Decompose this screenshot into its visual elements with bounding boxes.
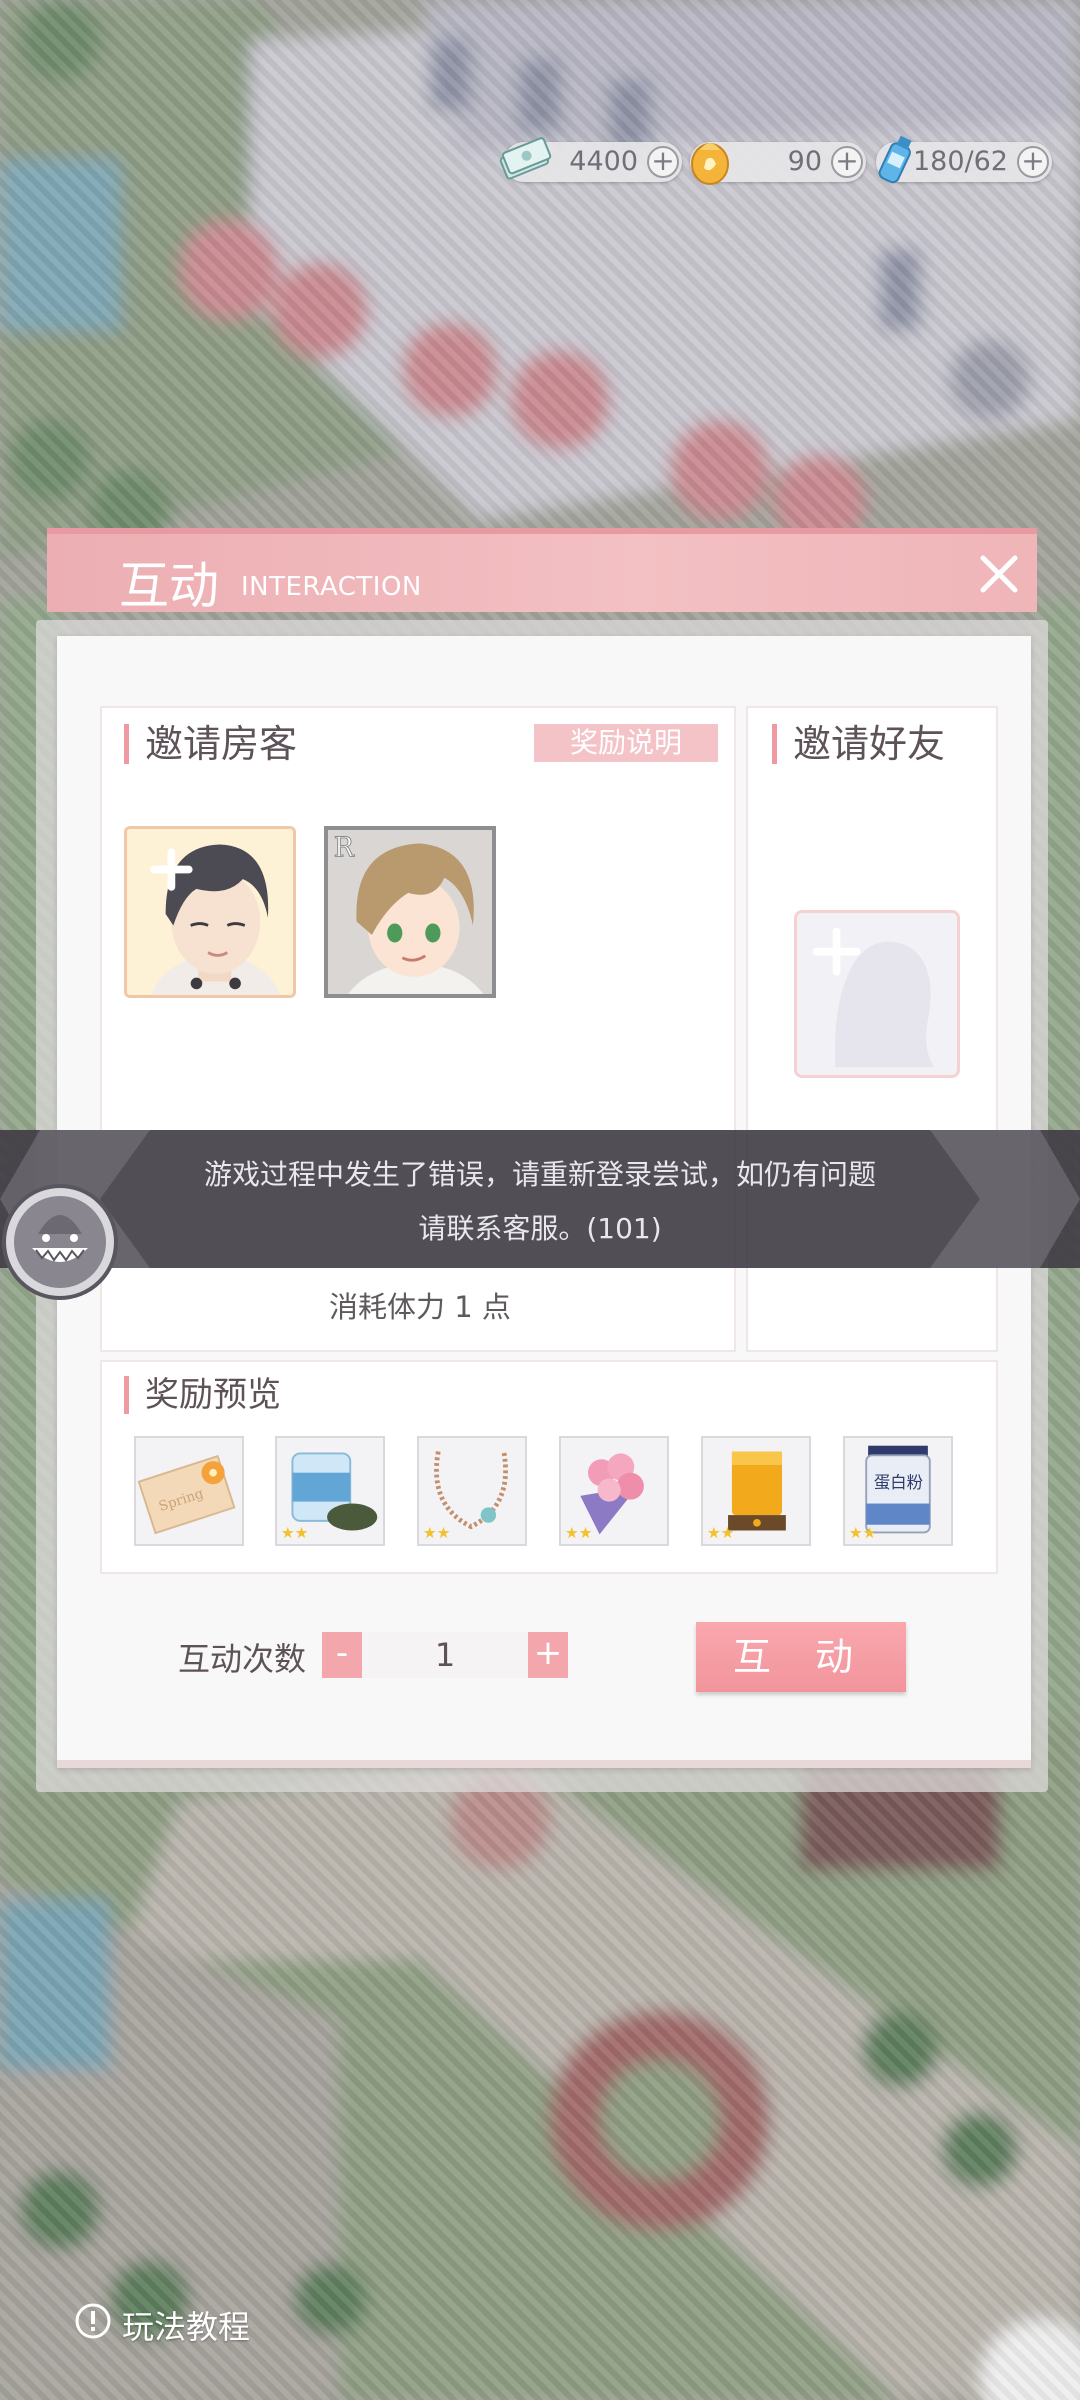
interaction-count-stepper: - + xyxy=(322,1632,568,1678)
error-toast: 游戏过程中发生了错误，请重新登录尝试，如仍有问题 请联系客服。(101) xyxy=(0,1130,1080,1268)
reward-item[interactable]: ★★ xyxy=(701,1436,811,1546)
dark-haired-man-portrait xyxy=(127,829,293,995)
stamina-amount: 90 xyxy=(787,146,822,177)
panel-subtitle: INTERACTION xyxy=(241,572,422,602)
error-message: 游戏过程中发生了错误，请重新登录尝试，如仍有问题 请联系客服。(101) xyxy=(170,1148,910,1256)
interaction-count-input[interactable] xyxy=(362,1632,528,1678)
protein-powder-icon: 蛋白粉 ★★ xyxy=(845,1438,951,1544)
bills-amount: 4400 xyxy=(569,146,638,177)
svg-text:★★: ★★ xyxy=(423,1524,451,1542)
reward-info-button[interactable]: 奖励说明 xyxy=(534,724,718,762)
currency-bills: 4400 + xyxy=(499,137,682,182)
decrease-count-button[interactable]: - xyxy=(322,1632,362,1678)
silhouette-icon xyxy=(812,927,934,1068)
reward-item[interactable]: ★★ xyxy=(417,1436,527,1546)
error-message-line-2: 请联系客服。(101) xyxy=(418,1212,662,1245)
reward-item[interactable]: ★★ xyxy=(275,1436,385,1546)
add-bills-button[interactable]: + xyxy=(647,146,679,178)
svg-text:★★: ★★ xyxy=(849,1524,877,1542)
shark-mascot-icon xyxy=(2,1184,118,1300)
close-icon[interactable] xyxy=(973,548,1025,600)
seaweed-jar-icon: ★★ xyxy=(277,1438,383,1544)
tutorial-label: 玩法教程 xyxy=(122,2308,251,2346)
reward-item[interactable]: 蛋白粉 ★★ xyxy=(843,1436,953,1546)
interact-button[interactable]: 互 动 xyxy=(696,1622,906,1692)
add-stamina-button[interactable]: + xyxy=(831,146,863,178)
blond-young-man-portrait: R xyxy=(328,830,492,994)
reward-preview-title: 奖励预览 xyxy=(124,1376,281,1414)
honey-candle-icon: ★★ xyxy=(703,1438,809,1544)
invite-guests-title: 邀请房客 xyxy=(124,724,297,764)
svg-text:★★: ★★ xyxy=(707,1524,735,1542)
necklace-icon: ★★ xyxy=(419,1438,525,1544)
error-message-line-1: 游戏过程中发生了错误，请重新登录尝试，如仍有问题 xyxy=(203,1158,876,1191)
stamina-potion-icon xyxy=(691,143,729,185)
add-water-button[interactable]: + xyxy=(1017,146,1049,178)
svg-text:★★: ★★ xyxy=(565,1524,593,1542)
flower-bouquet-icon: ★★ xyxy=(561,1438,667,1544)
currency-stamina: 90 + xyxy=(690,142,866,185)
reward-item[interactable]: ★★ xyxy=(559,1436,669,1546)
interaction-panel-header: 互动 INTERACTION xyxy=(47,528,1037,615)
interaction-count-label: 互动次数 xyxy=(178,1640,307,1678)
increase-count-button[interactable]: + xyxy=(528,1632,568,1678)
guest-slot-rare[interactable]: R xyxy=(324,826,496,998)
friend-slot-add[interactable] xyxy=(794,910,960,1078)
info-exclamation-icon xyxy=(75,2303,111,2339)
cash-stack-icon xyxy=(499,137,552,180)
guest-slot-add[interactable] xyxy=(124,826,296,998)
svg-text:R: R xyxy=(334,833,355,864)
currency-water: 180/62 + xyxy=(876,135,1052,184)
panel-title: 互动 xyxy=(119,557,219,615)
water-amount: 180/62 xyxy=(913,146,1008,177)
protein-powder-label: 蛋白粉 xyxy=(874,1473,923,1492)
reward-preview-section: 奖励预览 Spring ★★ ★★ ★★ ★★ 蛋白粉 ★★ xyxy=(100,1360,998,1574)
svg-text:★★: ★★ xyxy=(281,1524,309,1542)
invite-friends-title: 邀请好友 xyxy=(772,724,945,764)
stamina-cost-text: 消耗体力 1 点 xyxy=(329,1290,511,1324)
reward-item[interactable]: Spring xyxy=(134,1436,244,1546)
flower-postcard-icon: Spring xyxy=(136,1438,242,1544)
